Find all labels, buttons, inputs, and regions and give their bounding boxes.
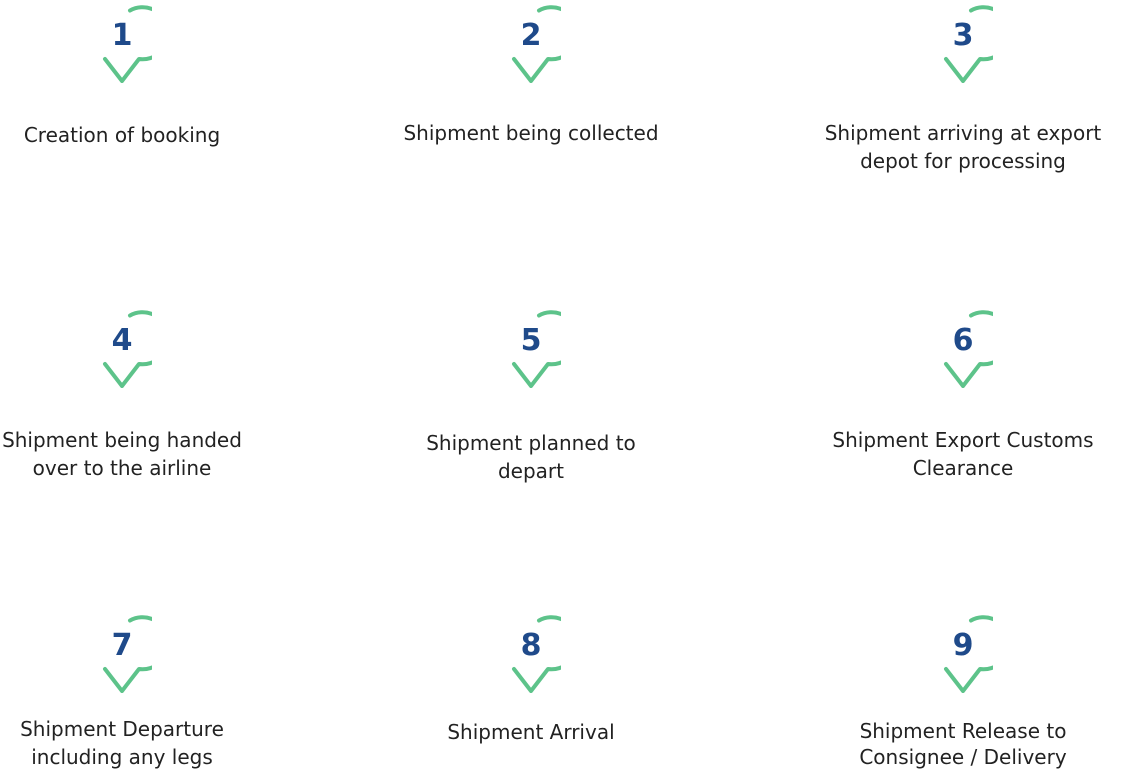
step-number: 2: [520, 18, 542, 53]
location-pin-icon: 4: [92, 308, 152, 388]
step-caption-line-1: Shipment Export Customs: [832, 428, 1094, 452]
step-caption-line-2: over to the airline: [32, 456, 212, 480]
step-9: 9 Shipment Release to Consignee / Delive…: [783, 613, 1132, 771]
step-caption-line-1: Shipment Release to: [859, 719, 1067, 743]
step-8: 8 Shipment Arrival: [351, 613, 711, 771]
step-number: 4: [111, 323, 133, 358]
step-caption-line-2: Consignee / Delivery: [859, 745, 1067, 769]
location-pin-icon: 7: [92, 613, 152, 693]
step-5: 5 Shipment planned to depart: [351, 308, 711, 488]
location-pin-icon: 3: [933, 3, 993, 83]
location-pin-icon: 9: [933, 613, 993, 693]
step-4: 4 Shipment being handed over to the airl…: [0, 308, 302, 488]
step-caption-line-2: depot for processing: [860, 149, 1066, 173]
location-pin-icon: 2: [501, 3, 561, 83]
step-3: 3 Shipment arriving at export depot for …: [783, 3, 1132, 193]
step-number: 1: [111, 18, 133, 53]
step-caption-line-1: Shipment Arrival: [447, 720, 615, 744]
step-caption-line-1: Creation of booking: [23, 123, 221, 147]
step-number: 7: [111, 628, 133, 663]
step-caption-line-2: depart: [497, 459, 564, 483]
step-caption-line-2: including any legs: [31, 745, 213, 769]
step-caption-line-1: Shipment arriving at export: [824, 121, 1102, 145]
step-7: 7 Shipment Departure including any legs: [0, 613, 302, 771]
location-pin-icon: 1: [92, 3, 152, 83]
step-1: 1 Creation of booking: [0, 3, 302, 163]
step-caption-line-1: Shipment planned to: [426, 431, 636, 455]
step-caption-line-1: Shipment Departure: [20, 717, 224, 741]
step-number: 3: [952, 18, 974, 53]
step-caption-line-1: Shipment being handed: [2, 428, 242, 452]
step-number: 9: [952, 628, 974, 663]
step-number: 8: [520, 628, 542, 663]
step-caption-line-2: Clearance: [912, 456, 1014, 480]
step-2: 2 Shipment being collected: [351, 3, 711, 163]
step-number: 5: [520, 323, 542, 358]
step-caption-line-1: Shipment being collected: [403, 121, 659, 145]
location-pin-icon: 5: [501, 308, 561, 388]
step-number: 6: [952, 323, 974, 358]
location-pin-icon: 8: [501, 613, 561, 693]
step-6: 6 Shipment Export Customs Clearance: [783, 308, 1132, 488]
location-pin-icon: 6: [933, 308, 993, 388]
